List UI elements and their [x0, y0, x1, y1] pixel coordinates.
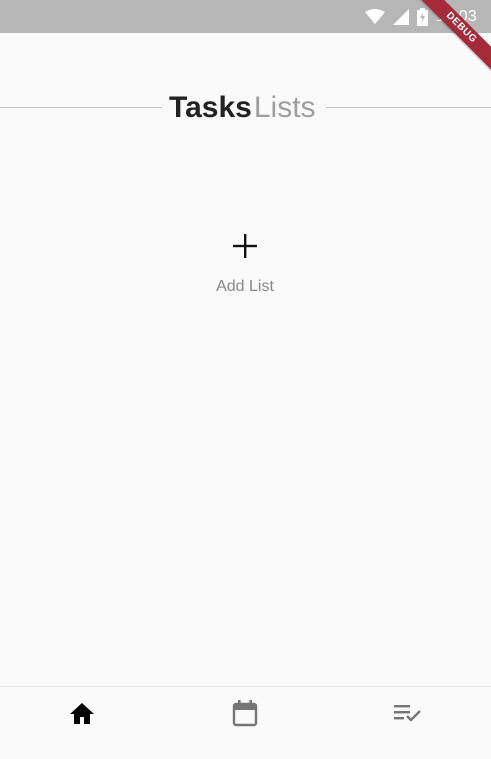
- nav-item-calendar[interactable]: [163, 687, 326, 743]
- cellular-signal-icon: [392, 9, 409, 25]
- battery-charging-icon: [416, 8, 428, 26]
- title-divider-right: [326, 107, 491, 108]
- app-screen: 16:03 DEBUG TasksLists Add List: [0, 0, 491, 759]
- status-icons: 16:03: [364, 6, 477, 28]
- tab-tasks[interactable]: Tasks: [169, 91, 252, 124]
- plus-icon[interactable]: [227, 228, 263, 264]
- header-title-row: TasksLists: [0, 88, 491, 128]
- add-list-button[interactable]: Add List: [195, 228, 295, 304]
- title-divider-left: [0, 107, 162, 108]
- wifi-icon: [364, 9, 385, 25]
- page-title: TasksLists: [169, 90, 316, 126]
- bottom-navigation-bar: [0, 686, 491, 759]
- nav-item-home[interactable]: [0, 687, 163, 743]
- status-bar: 16:03: [0, 0, 491, 33]
- playlist-check-icon[interactable]: [393, 702, 423, 729]
- tab-lists[interactable]: Lists: [254, 91, 316, 124]
- nav-item-tasks[interactable]: [326, 687, 489, 743]
- home-icon[interactable]: [69, 701, 95, 730]
- status-time: 16:03: [435, 8, 477, 25]
- calendar-icon[interactable]: [231, 699, 259, 732]
- add-list-label[interactable]: Add List: [216, 278, 274, 296]
